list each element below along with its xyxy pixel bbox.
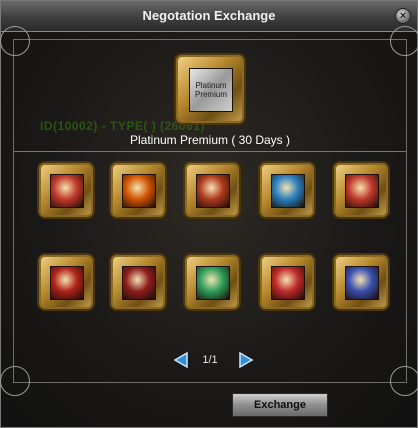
platinum-premium-icon: Platinum Premium <box>189 68 233 112</box>
window-title: Negotation Exchange <box>142 8 276 23</box>
red-gold-scroll-icon <box>196 174 230 208</box>
item-slot[interactable] <box>258 161 316 219</box>
negotiation-exchange-window: Negotation Exchange × ID(10002) - TYPE( … <box>0 0 418 428</box>
divider <box>14 151 406 152</box>
page-indicator: 1/1 <box>202 354 218 366</box>
item-slot[interactable] <box>258 253 316 311</box>
title-bar[interactable]: Negotation Exchange × <box>1 1 417 32</box>
item-slot[interactable] <box>183 161 241 219</box>
blue-orb-icon <box>345 266 379 300</box>
orange-scroll-icon <box>122 174 156 208</box>
red-ring-icon <box>122 266 156 300</box>
corner-ornament <box>0 26 30 56</box>
item-slot[interactable] <box>183 253 241 311</box>
red-potion-icon <box>271 266 305 300</box>
item-slot[interactable] <box>109 161 167 219</box>
red-glove-icon <box>345 174 379 208</box>
next-arrow-icon[interactable] <box>237 351 255 369</box>
green-figure-icon <box>196 266 230 300</box>
featured-item-slot[interactable]: Platinum Premium <box>174 53 246 125</box>
red-scroll-icon <box>50 174 84 208</box>
red-gem-badge-icon <box>50 266 84 300</box>
blue-sword-icon <box>271 174 305 208</box>
exchange-button[interactable]: Exchange <box>232 393 328 417</box>
featured-item-name: Platinum Premium ( 30 Days ) <box>129 133 291 147</box>
item-slot[interactable] <box>332 253 390 311</box>
featured-icon-text: Platinum Premium <box>194 81 227 99</box>
item-slot[interactable] <box>109 253 167 311</box>
item-slot[interactable] <box>332 161 390 219</box>
pagination: 1/1 <box>1 351 418 371</box>
corner-ornament <box>390 26 418 56</box>
item-slot[interactable] <box>37 253 95 311</box>
item-slot[interactable] <box>37 161 95 219</box>
close-icon[interactable]: × <box>395 8 411 24</box>
